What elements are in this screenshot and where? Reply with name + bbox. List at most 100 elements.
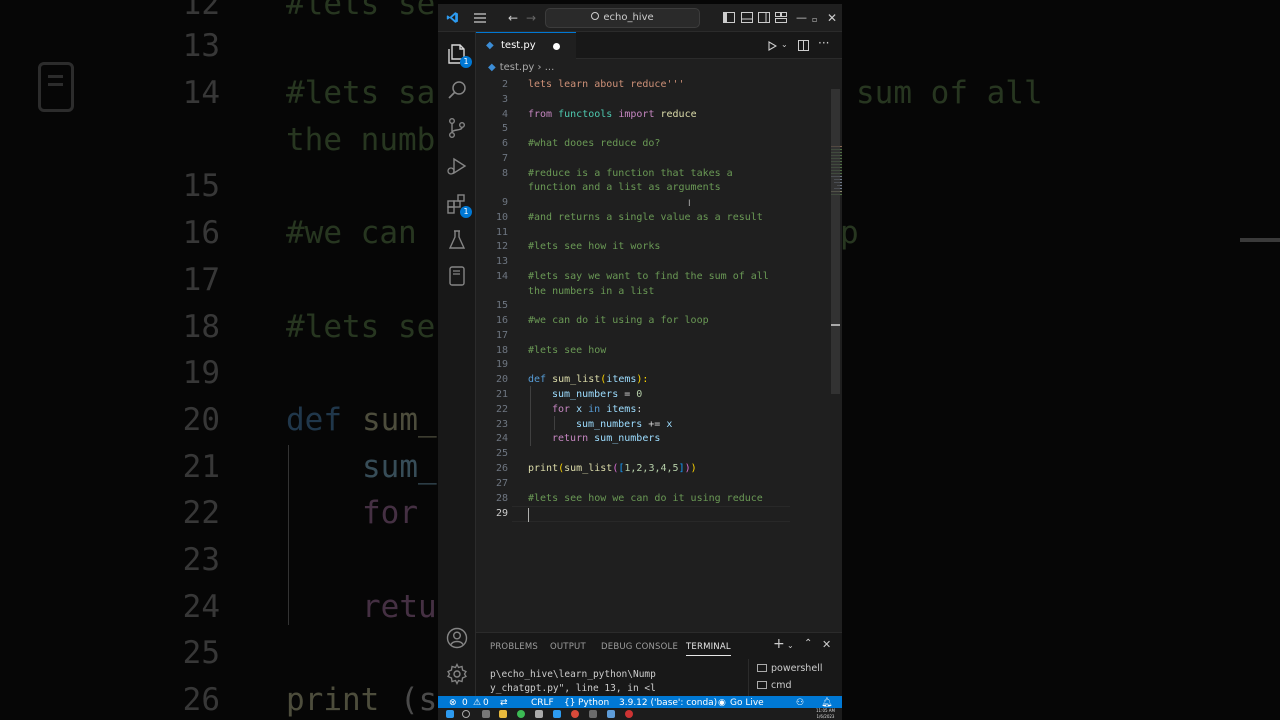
breadcrumb-file[interactable]: test.py (500, 62, 535, 73)
windows-start-icon[interactable] (446, 710, 454, 718)
breadcrumb-tail[interactable]: ... (545, 62, 555, 73)
split-editor-icon[interactable] (798, 40, 809, 51)
taskbar-search-icon[interactable] (462, 710, 470, 718)
toggle-panel-icon[interactable] (741, 12, 753, 23)
taskbar-app-icon[interactable] (607, 710, 615, 718)
bg-code-fragment: sum of all (856, 75, 1043, 111)
accounts-icon[interactable]: ⚇ (796, 698, 804, 708)
taskbar-app-icon[interactable] (571, 710, 579, 718)
line-number: 21 (495, 389, 508, 400)
maximize-panel-chevron-icon[interactable]: ⌃ (804, 638, 812, 649)
warning-icon[interactable]: ⚠ (473, 698, 481, 708)
toggle-secondary-sidebar-icon[interactable] (758, 12, 770, 23)
code-line: #lets say we want to find the sum of all (528, 271, 769, 282)
indent-guide (530, 386, 531, 446)
vscode-taskbar-icon[interactable] (553, 710, 561, 718)
tab-terminal[interactable]: TERMINAL (686, 642, 731, 656)
tab-problems[interactable]: PROBLEMS (490, 642, 538, 652)
code-line: #lets see how (528, 345, 607, 356)
unsaved-dot-icon[interactable] (553, 43, 560, 50)
command-center-search[interactable]: echo_hive (545, 8, 700, 28)
bg-code-fragment: for (362, 495, 418, 531)
code-line: the numbers in a list (528, 286, 655, 297)
chrome-icon[interactable] (517, 710, 525, 718)
code-token: sum_list (552, 374, 601, 385)
line-number: 2 (501, 79, 508, 90)
run-debug-icon[interactable] (445, 154, 469, 178)
code-token: = (618, 389, 637, 400)
settings-gear-icon[interactable] (445, 662, 469, 686)
toggle-sidebar-icon[interactable] (723, 12, 735, 23)
new-terminal-plus-icon[interactable]: + (773, 636, 785, 652)
tab-label: test.py (501, 40, 536, 51)
close-panel-icon[interactable]: ✕ (822, 638, 831, 651)
line-number: 11 (495, 227, 508, 238)
more-actions-icon[interactable]: ··· (818, 36, 829, 50)
taskbar-clock[interactable]: 11:05 AM 1/6/2023 (816, 708, 835, 720)
extensions-icon[interactable]: 1 (445, 192, 472, 218)
line-number: 27 (495, 478, 508, 489)
live-share-icon[interactable]: ⇄ (500, 698, 508, 708)
close-window-icon[interactable]: ✕ (827, 10, 837, 26)
code-line: #lets see how we can do it using reduce (528, 493, 763, 504)
run-file-icon[interactable] (768, 41, 777, 51)
scrollbar-cursor-mark (831, 324, 840, 326)
tab-test-py[interactable]: ◆ test.py (476, 32, 576, 59)
code-editor[interactable]: 2 3 4 5 6 7 8 9 10 11 12 13 14 15 16 17 … (476, 76, 842, 631)
taskbar-app-icon[interactable] (535, 710, 543, 718)
testing-icon[interactable] (445, 228, 469, 252)
taskbar-app-icon[interactable] (625, 710, 633, 718)
tab-debug-console[interactable]: DEBUG CONSOLE (601, 642, 678, 652)
error-icon[interactable]: ⊗ (449, 698, 457, 708)
language-mode[interactable]: Python (578, 698, 609, 708)
code-token: in (588, 404, 601, 415)
line-number: 22 (495, 404, 508, 415)
terminal-dropdown-chevron-icon[interactable]: ⌄ (787, 641, 794, 650)
code-token: sum_numbers (594, 433, 661, 444)
line-number: 20 (495, 374, 508, 385)
code-line: #and returns a single value as a result (528, 212, 763, 223)
go-live-button[interactable]: Go Live (730, 698, 764, 708)
menu-icon[interactable] (474, 13, 486, 23)
run-dropdown-chevron-icon[interactable]: ⌄ (781, 40, 788, 49)
forward-arrow-icon[interactable]: → (526, 10, 536, 26)
python-interpreter[interactable]: 3.9.12 ('base': conda) (619, 698, 717, 708)
error-count[interactable]: 0 (462, 698, 468, 708)
breadcrumb: ◆ test.py › ... (488, 62, 554, 73)
braces-icon: {} (564, 698, 576, 708)
line-number: 4 (501, 109, 508, 120)
notebook-icon (38, 62, 74, 112)
back-arrow-icon[interactable]: ← (508, 10, 518, 26)
bg-line-number: 25 (182, 635, 220, 671)
minimize-icon[interactable]: — (796, 10, 807, 26)
code-token: sum_numbers (576, 419, 643, 430)
customize-layout-icon[interactable] (775, 12, 787, 23)
source-control-icon[interactable] (445, 116, 469, 140)
bg-line-number: 13 (182, 28, 220, 64)
file-explorer-icon[interactable] (499, 710, 507, 718)
code-line: for x in items: (552, 403, 642, 417)
bg-code-fragment: #lets se (286, 309, 436, 345)
account-icon[interactable] (445, 626, 469, 650)
broadcast-icon: ◉ (718, 698, 726, 708)
taskbar-app-icon[interactable] (589, 710, 597, 718)
explorer-icon[interactable]: 1 (445, 42, 472, 68)
task-view-icon[interactable] (482, 710, 490, 718)
notifications-bell-icon[interactable]: 🔔︎ (821, 698, 832, 708)
editor-scrollbar[interactable] (831, 89, 840, 394)
bg-line-number: 17 (182, 262, 220, 298)
eol-indicator[interactable]: CRLF (531, 698, 554, 708)
search-sidebar-icon[interactable] (445, 78, 469, 102)
tab-output[interactable]: OUTPUT (550, 642, 586, 652)
taskbar: 11:05 AM 1/6/2023 (438, 708, 842, 720)
terminal-item-cmd[interactable]: cmd (757, 680, 792, 691)
code-token: items (606, 374, 637, 385)
explorer-badge: 1 (460, 56, 472, 68)
code-token: sum_numbers (552, 389, 619, 400)
maximize-icon[interactable]: ▫ (812, 12, 817, 28)
warning-count[interactable]: 0 (483, 698, 489, 708)
notebook-sidebar-icon[interactable] (445, 264, 469, 288)
terminal-item-powershell[interactable]: powershell (757, 663, 822, 674)
terminal-label: powershell (771, 663, 823, 674)
code-token: : (636, 404, 643, 415)
